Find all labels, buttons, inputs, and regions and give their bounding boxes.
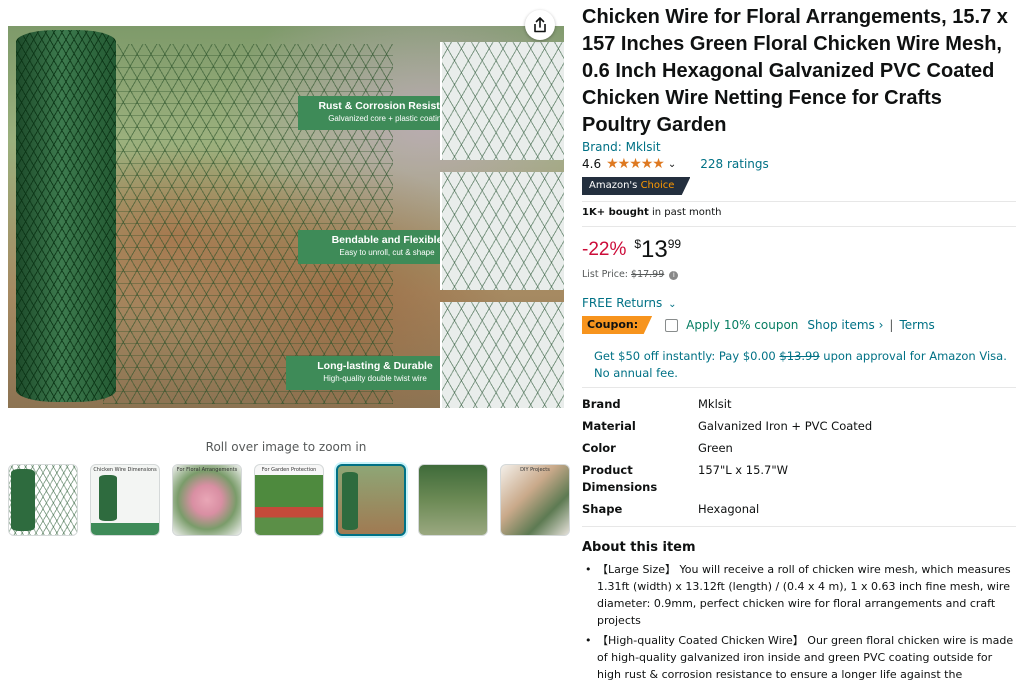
amazon-visa-offer[interactable]: Get $50 off instantly: Pay $0.00 $13.99 …	[594, 348, 1014, 382]
roll-graphic	[99, 475, 117, 521]
free-returns-text: FREE Returns	[582, 296, 663, 310]
product-specs-table: Brand Mklsit Material Galvanized Iron + …	[582, 396, 1016, 523]
list-price: List Price: $17.99 i	[582, 269, 679, 280]
feature-image-caliper	[440, 302, 564, 408]
thumbnail-label: Chicken Wire Dimensions	[93, 467, 157, 473]
feature-subtitle: High-quality double twist wire	[323, 374, 427, 383]
visa-strike-price: $13.99	[779, 349, 820, 363]
info-icon[interactable]: i	[669, 271, 679, 280]
roll-graphic	[342, 472, 358, 530]
about-this-item-heading: About this item	[582, 540, 696, 555]
thumbnail-3[interactable]: For Floral Arrangements	[172, 464, 242, 536]
feature-image-cutting	[440, 172, 564, 290]
coupon-badge: Coupon:	[582, 316, 653, 334]
product-title: Chicken Wire for Floral Arrangements, 15…	[582, 6, 1008, 136]
thumbnail-6[interactable]	[418, 464, 488, 536]
price-symbol: $	[634, 237, 642, 251]
thumbnail-4[interactable]: For Garden Protection	[254, 464, 324, 536]
spec-key: Material	[582, 419, 636, 433]
thumbnail-5-selected[interactable]	[336, 464, 406, 536]
thumbnail-label: DIY Projects	[520, 467, 550, 473]
terms-link[interactable]: Terms	[899, 318, 934, 332]
spec-row-color: Color Green	[582, 440, 1016, 457]
divider	[582, 387, 1016, 388]
spec-key: Shape	[582, 502, 623, 516]
spec-key: Product Dimensions	[582, 463, 658, 494]
divider	[582, 226, 1016, 227]
divider	[582, 201, 1016, 202]
spec-row-shape: Shape Hexagonal	[582, 501, 1016, 518]
spec-row-brand: Brand Mklsit	[582, 396, 1016, 413]
coupon-row: Coupon: Apply 10% coupon Shop items › | …	[582, 316, 935, 334]
thumbnail-label: For Garden Protection	[261, 467, 317, 473]
free-returns-link[interactable]: FREE Returns ⌄	[582, 296, 677, 310]
rating-value: 4.6	[582, 157, 602, 171]
bought-count-bold: 1K+ bought	[582, 207, 649, 218]
spec-value: Galvanized Iron + PVC Coated	[698, 419, 873, 433]
footer-bar	[91, 523, 159, 535]
main-product-image[interactable]: Rust & Corrosion Resistant Galvanized co…	[8, 26, 564, 408]
feature-title: Long-lasting & Durable	[317, 360, 433, 372]
bullet-item: 【High-quality Coated Chicken Wire】 Our g…	[582, 632, 1014, 682]
price: $ 13 99	[634, 237, 681, 263]
about-bullets: 【Large Size】 You will receive a roll of …	[582, 561, 1014, 682]
list-price-label: List Price:	[582, 269, 632, 280]
spec-row-material: Material Galvanized Iron + PVC Coated	[582, 418, 1016, 435]
ratings-count-link[interactable]: 228 ratings	[700, 157, 769, 171]
star-rating-icon[interactable]: ★★★★★	[606, 156, 665, 172]
thumbnail-label: For Floral Arrangements	[176, 467, 238, 473]
spec-value: Mklsit	[698, 397, 732, 411]
spec-key: Color	[582, 441, 616, 455]
amazons-choice-badge[interactable]: Amazon's Choice	[582, 177, 691, 195]
thumbnail-1[interactable]	[8, 464, 78, 536]
bullet-item: 【Large Size】 You will receive a roll of …	[582, 561, 1014, 629]
badge-main-text: Amazon's	[589, 180, 638, 191]
bought-count-rest: in past month	[648, 207, 722, 218]
price-fraction: 99	[667, 237, 682, 251]
badge-accent-text: Choice	[640, 180, 675, 191]
shop-items-link[interactable]: Shop items ›	[807, 318, 883, 332]
thumbnail-7[interactable]: DIY Projects	[500, 464, 570, 536]
chevron-down-icon[interactable]: ⌄	[668, 159, 676, 170]
spec-row-dimensions: Product Dimensions 157"L x 15.7"W	[582, 462, 1016, 496]
brand-link[interactable]: Brand: Mklsit	[582, 140, 661, 154]
apply-coupon-label[interactable]: Apply 10% coupon	[686, 318, 798, 332]
share-icon	[534, 17, 546, 33]
spec-value: Green	[698, 441, 733, 455]
divider	[582, 526, 1016, 527]
feature-image-hand-mesh	[440, 42, 564, 160]
visa-text-1: Get $50 off instantly: Pay $0.00	[594, 349, 780, 363]
separator-pipe: |	[889, 318, 894, 332]
spec-value: Hexagonal	[698, 502, 760, 516]
price-whole: 13	[641, 236, 668, 263]
price-row: -22% $ 13 99	[582, 237, 681, 263]
bought-count: 1K+ bought in past month	[582, 207, 722, 218]
coupon-checkbox[interactable]	[665, 318, 679, 332]
rating-row: 4.6 ★★★★★ ⌄ 228 ratings	[582, 156, 769, 172]
spec-key: Brand	[582, 397, 621, 411]
thumbnail-2[interactable]: Chicken Wire Dimensions	[90, 464, 160, 536]
thumbnail-strip: Chicken Wire Dimensions For Floral Arran…	[8, 464, 570, 536]
chevron-down-icon: ⌄	[668, 299, 677, 310]
spec-value: 157"L x 15.7"W	[698, 463, 789, 477]
feature-tag-durable: Long-lasting & Durable High-quality doub…	[286, 356, 464, 390]
share-button[interactable]	[525, 10, 555, 40]
wire-roll-graphic	[16, 30, 116, 402]
zoom-hint: Roll over image to zoom in	[205, 440, 367, 454]
roll-graphic	[11, 469, 35, 531]
discount-percent: -22%	[582, 239, 627, 260]
list-price-value: $17.99	[631, 269, 665, 280]
